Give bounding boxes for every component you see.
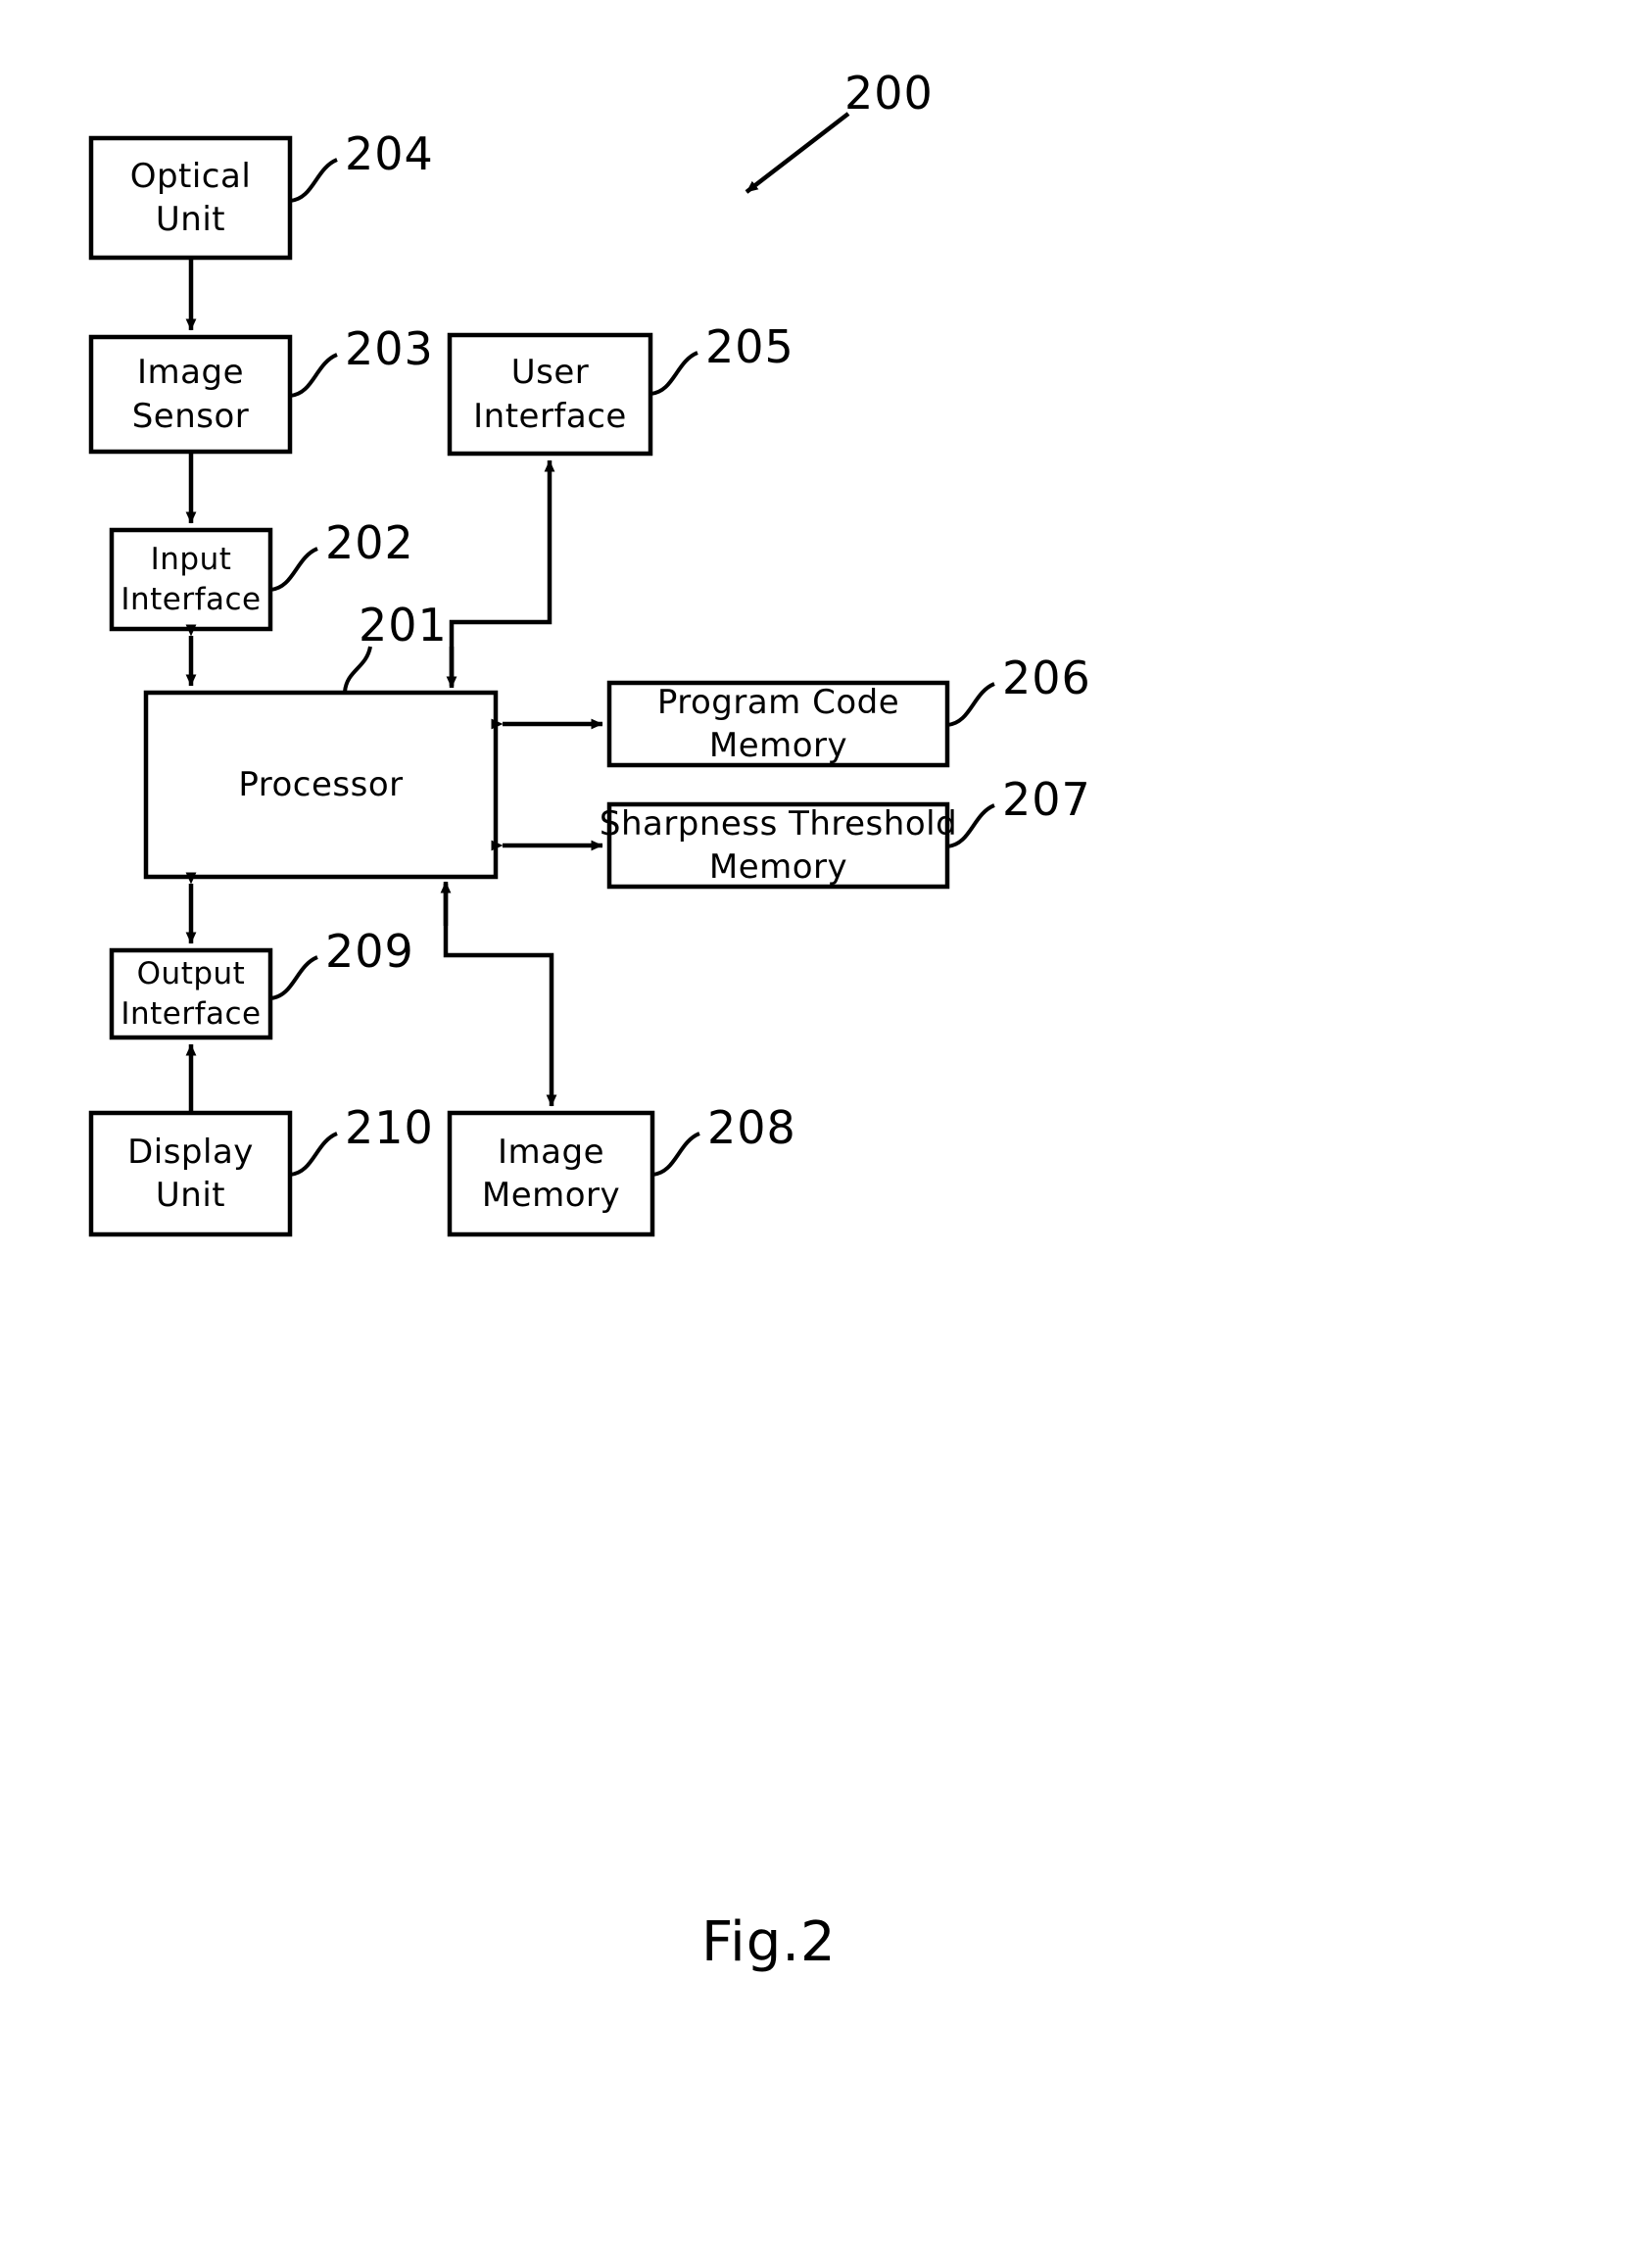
ref-number-203: 203 [345,322,434,375]
block-processor [143,690,499,880]
ref-number-207: 207 [1002,773,1091,826]
leader-210 [289,1132,338,1177]
leader-204 [289,158,338,203]
block-user-interface [447,332,653,457]
ref-number-206: 206 [1002,651,1091,704]
ref-number-205: 205 [705,320,794,373]
ref-number-208: 208 [707,1101,796,1154]
leader-207 [946,803,995,848]
leader-202 [269,547,318,592]
leader-201 [343,646,372,693]
leader-208 [651,1132,700,1177]
ref-number-204: 204 [345,127,434,180]
leader-209 [269,955,318,1000]
ref-number-202: 202 [325,516,414,569]
block-optical-unit [88,135,293,261]
system-pointer-arrow [745,112,850,194]
connector-processor-to-user-interface [449,459,555,686]
patent-figure-2: Optical Unit Image Sensor User Interface… [0,0,1635,2268]
block-image-sensor [88,334,293,455]
block-sharpness-threshold-memory [606,801,950,890]
figure-caption: Fig.2 [701,1910,837,1974]
block-program-code-memory [606,680,950,768]
block-image-memory [447,1110,655,1237]
block-output-interface [109,947,273,1040]
ref-number-201: 201 [359,599,448,651]
ref-number-209: 209 [325,925,414,978]
ref-number-210: 210 [345,1101,434,1154]
leader-205 [649,351,698,396]
ref-number-200: 200 [844,67,934,120]
block-display-unit [88,1110,293,1237]
connector-processor-to-image-memory [443,884,557,1107]
block-input-interface [109,527,273,632]
leader-206 [946,682,995,727]
leader-203 [289,353,338,398]
